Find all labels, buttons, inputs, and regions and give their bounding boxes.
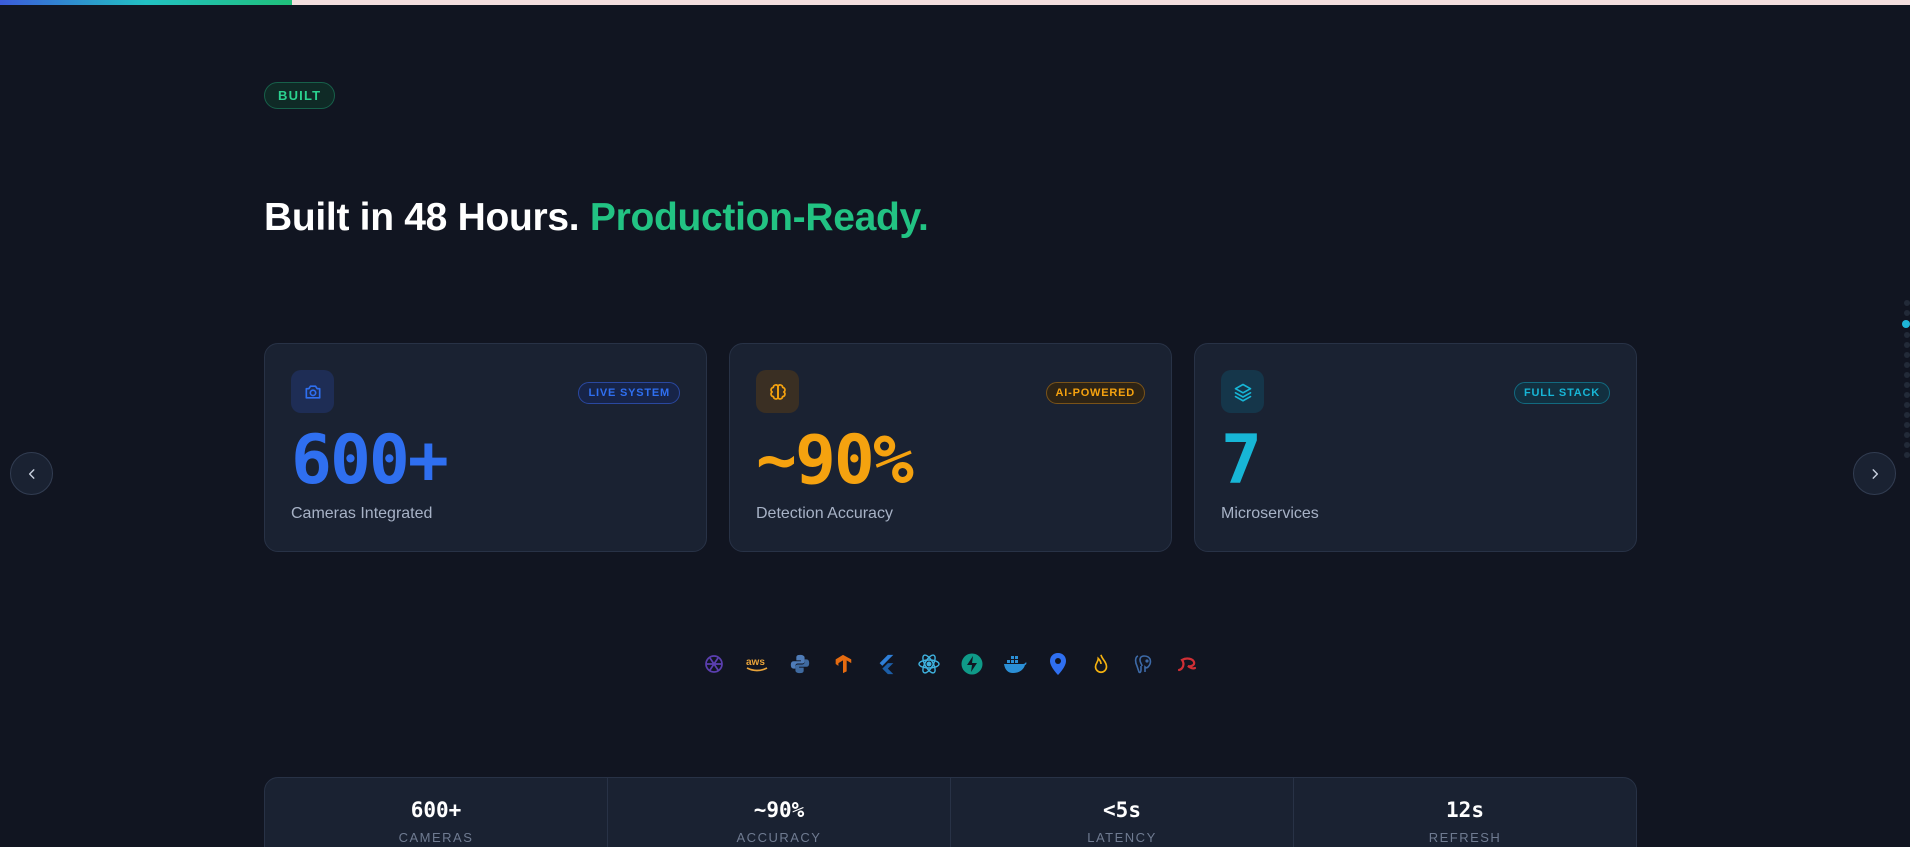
brain-icon bbox=[756, 370, 799, 413]
stat-card-cameras: LIVE SYSTEM 600+ Cameras Integrated bbox=[264, 343, 707, 552]
react-icon bbox=[915, 652, 943, 676]
summary-stats-bar: 600+ CAMERAS ~90% ACCURACY <5s LATENCY 1… bbox=[264, 777, 1637, 847]
docker-icon bbox=[1001, 652, 1029, 676]
section-dot[interactable] bbox=[1904, 342, 1910, 348]
summary-stat-value: ~90% bbox=[753, 798, 805, 822]
section-dot[interactable] bbox=[1904, 392, 1910, 398]
section-dot[interactable] bbox=[1904, 412, 1910, 418]
card-stat-value: 600+ bbox=[291, 421, 449, 500]
full-stack-badge: FULL STACK bbox=[1513, 382, 1610, 404]
page-title: Built in 48 Hours. Production-Ready. bbox=[264, 196, 929, 240]
section-badge: BUILT bbox=[264, 82, 336, 109]
fastapi-icon bbox=[958, 652, 986, 676]
chevron-right-icon bbox=[1872, 468, 1878, 479]
ai-powered-badge: AI-POWERED bbox=[1045, 382, 1145, 404]
chevron-left-icon bbox=[28, 468, 34, 479]
scroll-progress-fill bbox=[0, 0, 293, 5]
section-dot-active[interactable] bbox=[1902, 320, 1910, 328]
postgresql-icon bbox=[1130, 652, 1158, 676]
aws-icon: aws bbox=[743, 652, 771, 676]
card-stat-value: 7 bbox=[1221, 421, 1262, 500]
summary-stat-cameras: 600+ CAMERAS bbox=[265, 778, 608, 847]
summary-stat-refresh: 12s REFRESH bbox=[1294, 778, 1636, 847]
summary-stat-value: 600+ bbox=[410, 798, 462, 822]
section-dot[interactable] bbox=[1904, 372, 1910, 378]
summary-stat-label: REFRESH bbox=[1428, 830, 1502, 845]
card-stat-value: ~90% bbox=[756, 421, 914, 500]
stat-card-microservices: FULL STACK 7 Microservices bbox=[1194, 343, 1637, 552]
summary-stat-label: CAMERAS bbox=[398, 830, 474, 845]
section-dot[interactable] bbox=[1904, 300, 1910, 306]
title-part-2: Production-Ready. bbox=[589, 196, 929, 239]
section-dot[interactable] bbox=[1904, 310, 1910, 316]
card-caption: Microservices bbox=[1221, 505, 1319, 522]
python-icon bbox=[786, 652, 814, 676]
stat-card-accuracy: AI-POWERED ~90% Detection Accuracy bbox=[729, 343, 1172, 552]
summary-stat-label: ACCURACY bbox=[736, 830, 822, 845]
section-dot[interactable] bbox=[1904, 452, 1910, 458]
section-dot[interactable] bbox=[1904, 422, 1910, 428]
section-dot[interactable] bbox=[1904, 332, 1910, 338]
summary-stat-accuracy: ~90% ACCURACY bbox=[608, 778, 951, 847]
card-caption: Cameras Integrated bbox=[291, 505, 433, 522]
section-nav-dots[interactable] bbox=[1902, 300, 1910, 462]
tensorflow-icon bbox=[829, 652, 857, 676]
openai-icon bbox=[700, 652, 728, 676]
summary-stat-value: 12s bbox=[1446, 798, 1484, 822]
layers-icon bbox=[1221, 370, 1264, 413]
scroll-progress-bar bbox=[0, 0, 1910, 5]
section-dot[interactable] bbox=[1904, 352, 1910, 358]
summary-stat-value: <5s bbox=[1103, 798, 1141, 822]
summary-stat-label: LATENCY bbox=[1087, 830, 1157, 845]
section-dot[interactable] bbox=[1904, 402, 1910, 408]
firebase-icon bbox=[1087, 652, 1115, 676]
flutter-icon bbox=[872, 652, 900, 676]
section-dot[interactable] bbox=[1904, 432, 1910, 438]
section-dot[interactable] bbox=[1904, 362, 1910, 368]
nestjs-icon bbox=[1173, 652, 1201, 676]
prev-slide-button[interactable] bbox=[10, 452, 53, 495]
title-part-1: Built in 48 Hours. bbox=[264, 196, 580, 239]
tech-stack-icons: aws bbox=[700, 652, 1201, 676]
maps-pin-icon bbox=[1044, 652, 1072, 676]
summary-stat-latency: <5s LATENCY bbox=[951, 778, 1294, 847]
next-slide-button[interactable] bbox=[1853, 452, 1896, 495]
card-caption: Detection Accuracy bbox=[756, 505, 893, 522]
camera-icon bbox=[291, 370, 334, 413]
section-dot[interactable] bbox=[1904, 382, 1910, 388]
live-system-badge: LIVE SYSTEM bbox=[578, 382, 680, 404]
svg-text:aws: aws bbox=[746, 657, 765, 668]
section-dot[interactable] bbox=[1904, 442, 1910, 448]
